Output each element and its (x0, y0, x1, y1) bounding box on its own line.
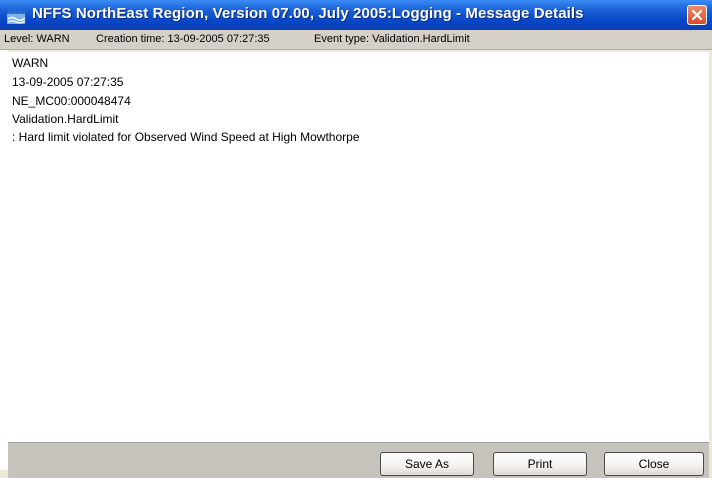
close-icon (691, 9, 703, 21)
message-line-timestamp: 13-09-2005 07:27:35 (12, 75, 124, 89)
message-text-area[interactable]: WARN 13-09-2005 07:27:35 NE_MC00:0000484… (8, 52, 709, 442)
event-type-label: Event type: Validation.HardLimit (314, 33, 470, 45)
print-button[interactable]: Print (493, 452, 587, 476)
creation-time-label: Creation time: 13-09-2005 07:27:35 (96, 33, 270, 45)
app-logo-icon (6, 5, 26, 25)
message-line-id: NE_MC00:000048474 (12, 94, 131, 108)
left-margin (0, 50, 8, 470)
close-button[interactable]: Close (604, 452, 704, 476)
message-line-description: : Hard limit violated for Observed Wind … (12, 130, 360, 144)
level-label: Level: WARN (4, 33, 70, 45)
save-as-button[interactable]: Save As (380, 452, 474, 476)
message-line-level: WARN (12, 56, 49, 70)
message-info-bar: Level: WARN Creation time: 13-09-2005 07… (0, 30, 712, 50)
button-bar: Save As Print Close (8, 442, 709, 478)
window-title: NFFS NorthEast Region, Version 07.00, Ju… (32, 5, 584, 22)
message-details-window: NFFS NorthEast Region, Version 07.00, Ju… (0, 0, 712, 484)
bottom-border (0, 478, 712, 484)
window-close-button[interactable] (687, 5, 707, 25)
title-bar[interactable]: NFFS NorthEast Region, Version 07.00, Ju… (0, 0, 712, 30)
message-line-event: Validation.HardLimit (12, 112, 119, 126)
